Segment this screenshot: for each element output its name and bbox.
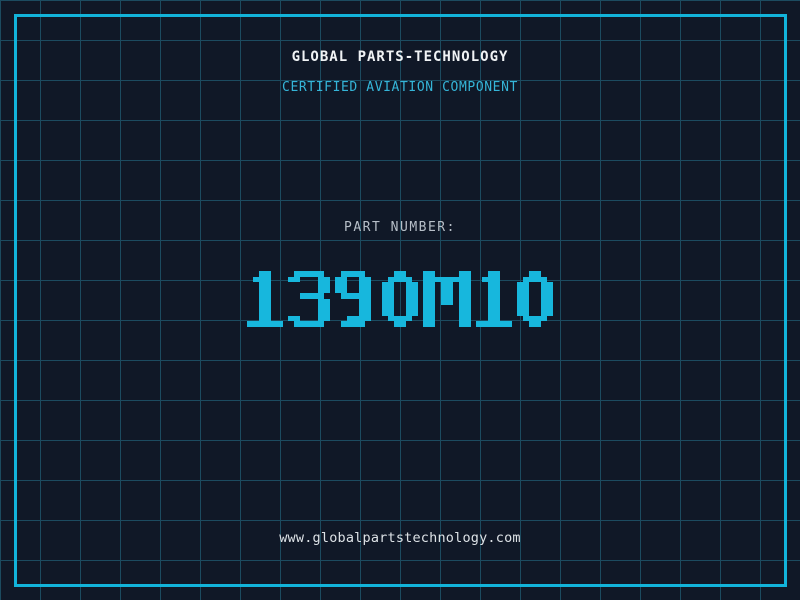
blueprint-canvas: GLOBAL PARTS-TECHNOLOGY CERTIFIED AVIATI… bbox=[0, 0, 800, 600]
part-number-glyph bbox=[288, 271, 330, 327]
part-number-display bbox=[0, 271, 800, 327]
part-number-glyph bbox=[423, 271, 471, 327]
part-number-label: PART NUMBER: bbox=[344, 220, 456, 235]
website-url: www.globalpartstechnology.com bbox=[279, 530, 521, 546]
part-number-glyph bbox=[476, 271, 512, 327]
part-number-glyph bbox=[335, 271, 377, 327]
part-number-glyph bbox=[517, 271, 553, 327]
part-number-glyph bbox=[247, 271, 283, 327]
part-number-glyph bbox=[382, 271, 418, 327]
company-title: GLOBAL PARTS-TECHNOLOGY bbox=[291, 49, 509, 65]
certification-subtitle: CERTIFIED AVIATION COMPONENT bbox=[282, 80, 518, 95]
